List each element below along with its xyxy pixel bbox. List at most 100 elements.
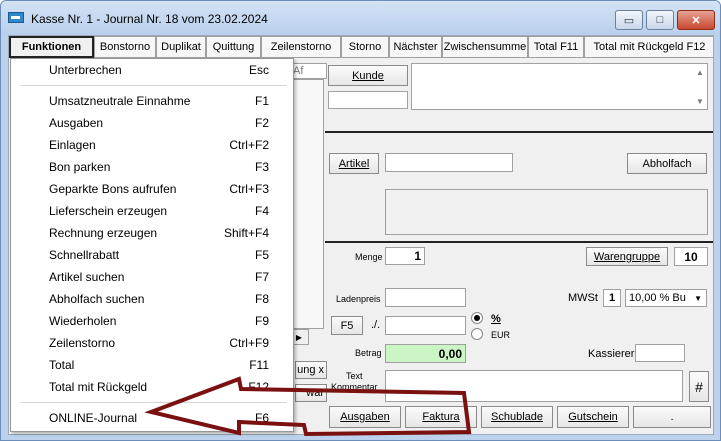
eur-radio[interactable] bbox=[471, 328, 483, 340]
war-partial-button[interactable]: war bbox=[295, 384, 327, 402]
menu-zeilenstorno[interactable]: Zeilenstorno bbox=[261, 36, 341, 58]
percent-label: % bbox=[491, 313, 501, 325]
mwst-select[interactable]: 10,00 % Bu ▼ bbox=[625, 289, 707, 307]
ladenpreis-field[interactable] bbox=[385, 288, 466, 307]
chevron-down-icon: ▼ bbox=[694, 293, 702, 303]
app-window: Kasse Nr. 1 - Journal Nr. 18 vom 23.02.2… bbox=[0, 0, 721, 441]
kassierer-field[interactable] bbox=[635, 344, 685, 362]
kunde-button-label: Kunde bbox=[352, 69, 384, 82]
warengruppe-button-label: Warengruppe bbox=[593, 250, 661, 263]
menu-item-rechnung[interactable]: Rechnung erzeugen Shift+F4 bbox=[11, 222, 293, 244]
menu-item-bon-parken[interactable]: Bon parken F3 bbox=[11, 156, 293, 178]
kassierer-label: Kassierer bbox=[588, 348, 635, 360]
artikel-button[interactable]: Artikel bbox=[329, 153, 379, 174]
schublade-button[interactable]: Schublade bbox=[481, 406, 553, 428]
menu-item-label: Schnellrabatt bbox=[49, 248, 120, 262]
title-bar: Kasse Nr. 1 - Journal Nr. 18 vom 23.02.2… bbox=[1, 1, 720, 34]
gutschein-button-label: Gutschein bbox=[568, 411, 618, 423]
ladenpreis-label: Ladenpreis bbox=[336, 294, 381, 304]
artikel-field[interactable] bbox=[385, 153, 513, 172]
menu-item-umsatzneutrale-einnahme[interactable]: Umsatzneutrale Einnahme F1 bbox=[11, 90, 293, 112]
menu-item-artikel-suchen[interactable]: Artikel suchen F7 bbox=[11, 266, 293, 288]
menu-item-shortcut: F7 bbox=[254, 270, 269, 284]
menu-item-label: Wiederholen bbox=[49, 314, 117, 328]
mwst-code-field[interactable]: 1 bbox=[603, 289, 621, 307]
warengruppe-button[interactable]: Warengruppe bbox=[586, 247, 668, 266]
close-button[interactable]: ✕ bbox=[677, 10, 715, 30]
menu-item-shortcut: Esc bbox=[248, 63, 269, 77]
menu-item-online-journal[interactable]: ONLINE-Journal F6 bbox=[11, 407, 293, 429]
minimize-button[interactable]: ▭ bbox=[615, 10, 643, 30]
menu-item-label: Abholfach suchen bbox=[49, 292, 145, 306]
quittung-partial-button[interactable]: ung x bbox=[295, 361, 327, 379]
menu-item-label: Total mit Rückgeld bbox=[49, 380, 148, 394]
menu-item-shortcut: F4 bbox=[254, 204, 269, 218]
menu-storno[interactable]: Storno bbox=[341, 36, 389, 58]
menu-total-rueckgeld[interactable]: Total mit Rückgeld F12 bbox=[584, 36, 713, 58]
text-kommentar-field[interactable] bbox=[385, 370, 683, 402]
more-button[interactable]: . bbox=[633, 406, 711, 428]
menu-item-total-rueckgeld[interactable]: Total mit Rückgeld F12 bbox=[11, 376, 293, 398]
menu-separator bbox=[21, 85, 287, 86]
menu-zwischensumme[interactable]: Zwischensumme bbox=[442, 36, 528, 58]
abholfach-button[interactable]: Abholfach bbox=[627, 153, 707, 174]
menu-item-lieferschein[interactable]: Lieferschein erzeugen F4 bbox=[11, 200, 293, 222]
menu-item-label: Umsatzneutrale Einnahme bbox=[49, 94, 191, 108]
menu-item-shortcut: F12 bbox=[248, 380, 269, 394]
menu-item-shortcut: F5 bbox=[254, 248, 269, 262]
menu-item-wiederholen[interactable]: Wiederholen F9 bbox=[11, 310, 293, 332]
menu-item-shortcut: F6 bbox=[254, 411, 269, 425]
menu-total-f11[interactable]: Total F11 bbox=[528, 36, 584, 58]
menu-funktionen[interactable]: Funktionen bbox=[9, 36, 94, 58]
section-divider bbox=[325, 241, 713, 243]
menu-item-schnellrabatt[interactable]: Schnellrabatt F5 bbox=[11, 244, 293, 266]
menu-item-shortcut: F8 bbox=[254, 292, 269, 306]
menu-quittung[interactable]: Quittung bbox=[206, 36, 261, 58]
gutschein-button[interactable]: Gutschein bbox=[557, 406, 629, 428]
menu-separator bbox=[21, 402, 287, 403]
menge-field[interactable]: 1 bbox=[385, 247, 425, 265]
f5-button[interactable]: F5 bbox=[331, 316, 363, 335]
percent-radio[interactable] bbox=[471, 312, 483, 324]
menu-naechster[interactable]: Nächster bbox=[389, 36, 442, 58]
menu-item-zeilenstorno[interactable]: Zeilenstorno Ctrl+F9 bbox=[11, 332, 293, 354]
menu-item-label: ONLINE-Journal bbox=[49, 411, 138, 425]
article-description-box bbox=[385, 189, 708, 235]
ausgaben-button[interactable]: Ausgaben bbox=[329, 406, 401, 428]
menu-item-shortcut: Ctrl+F3 bbox=[229, 182, 269, 196]
section-divider bbox=[325, 131, 713, 133]
menu-item-einlagen[interactable]: Einlagen Ctrl+F2 bbox=[11, 134, 293, 156]
list-column-header: Af bbox=[289, 63, 327, 79]
menu-item-label: Lieferschein erzeugen bbox=[49, 204, 168, 218]
rabatt-field[interactable] bbox=[385, 316, 466, 335]
menu-item-geparkte-bons[interactable]: Geparkte Bons aufrufen Ctrl+F3 bbox=[11, 178, 293, 200]
scroll-up-icon[interactable]: ▲ bbox=[693, 65, 707, 79]
schublade-button-label: Schublade bbox=[491, 411, 543, 423]
menu-bonstorno[interactable]: Bonstorno bbox=[94, 36, 156, 58]
menu-item-label: Einlagen bbox=[49, 138, 96, 152]
menu-item-shortcut: Ctrl+F2 bbox=[229, 138, 269, 152]
window-title: Kasse Nr. 1 - Journal Nr. 18 vom 23.02.2… bbox=[31, 12, 268, 26]
faktura-button[interactable]: Faktura bbox=[405, 406, 477, 428]
faktura-button-label: Faktura bbox=[422, 411, 460, 423]
betrag-label: Betrag bbox=[355, 348, 382, 358]
menu-item-unterbrechen[interactable]: Unterbrechen Esc bbox=[11, 59, 293, 81]
hash-button[interactable]: # bbox=[689, 371, 709, 402]
menu-item-total[interactable]: Total F11 bbox=[11, 354, 293, 376]
menu-item-label: Geparkte Bons aufrufen bbox=[49, 182, 177, 196]
kunde-number-field[interactable] bbox=[328, 91, 408, 109]
receipt-list[interactable] bbox=[289, 79, 324, 329]
menu-duplikat[interactable]: Duplikat bbox=[156, 36, 206, 58]
menu-item-label: Rechnung erzeugen bbox=[49, 226, 158, 240]
menu-item-shortcut: F11 bbox=[249, 358, 269, 372]
function-button-bar: Funktionen Bonstorno Duplikat Quittung Z… bbox=[9, 36, 713, 58]
scroll-down-icon[interactable]: ▼ bbox=[693, 94, 707, 108]
warengruppe-field[interactable]: 10 bbox=[674, 247, 708, 266]
menu-item-ausgaben[interactable]: Ausgaben F2 bbox=[11, 112, 293, 134]
customer-address-field[interactable] bbox=[411, 63, 708, 110]
maximize-button[interactable]: □ bbox=[646, 10, 674, 30]
menu-item-shortcut: Shift+F4 bbox=[223, 226, 269, 240]
menu-item-abholfach-suchen[interactable]: Abholfach suchen F8 bbox=[11, 288, 293, 310]
menge-label: Menge bbox=[355, 252, 383, 262]
kunde-button[interactable]: Kunde bbox=[328, 65, 408, 86]
